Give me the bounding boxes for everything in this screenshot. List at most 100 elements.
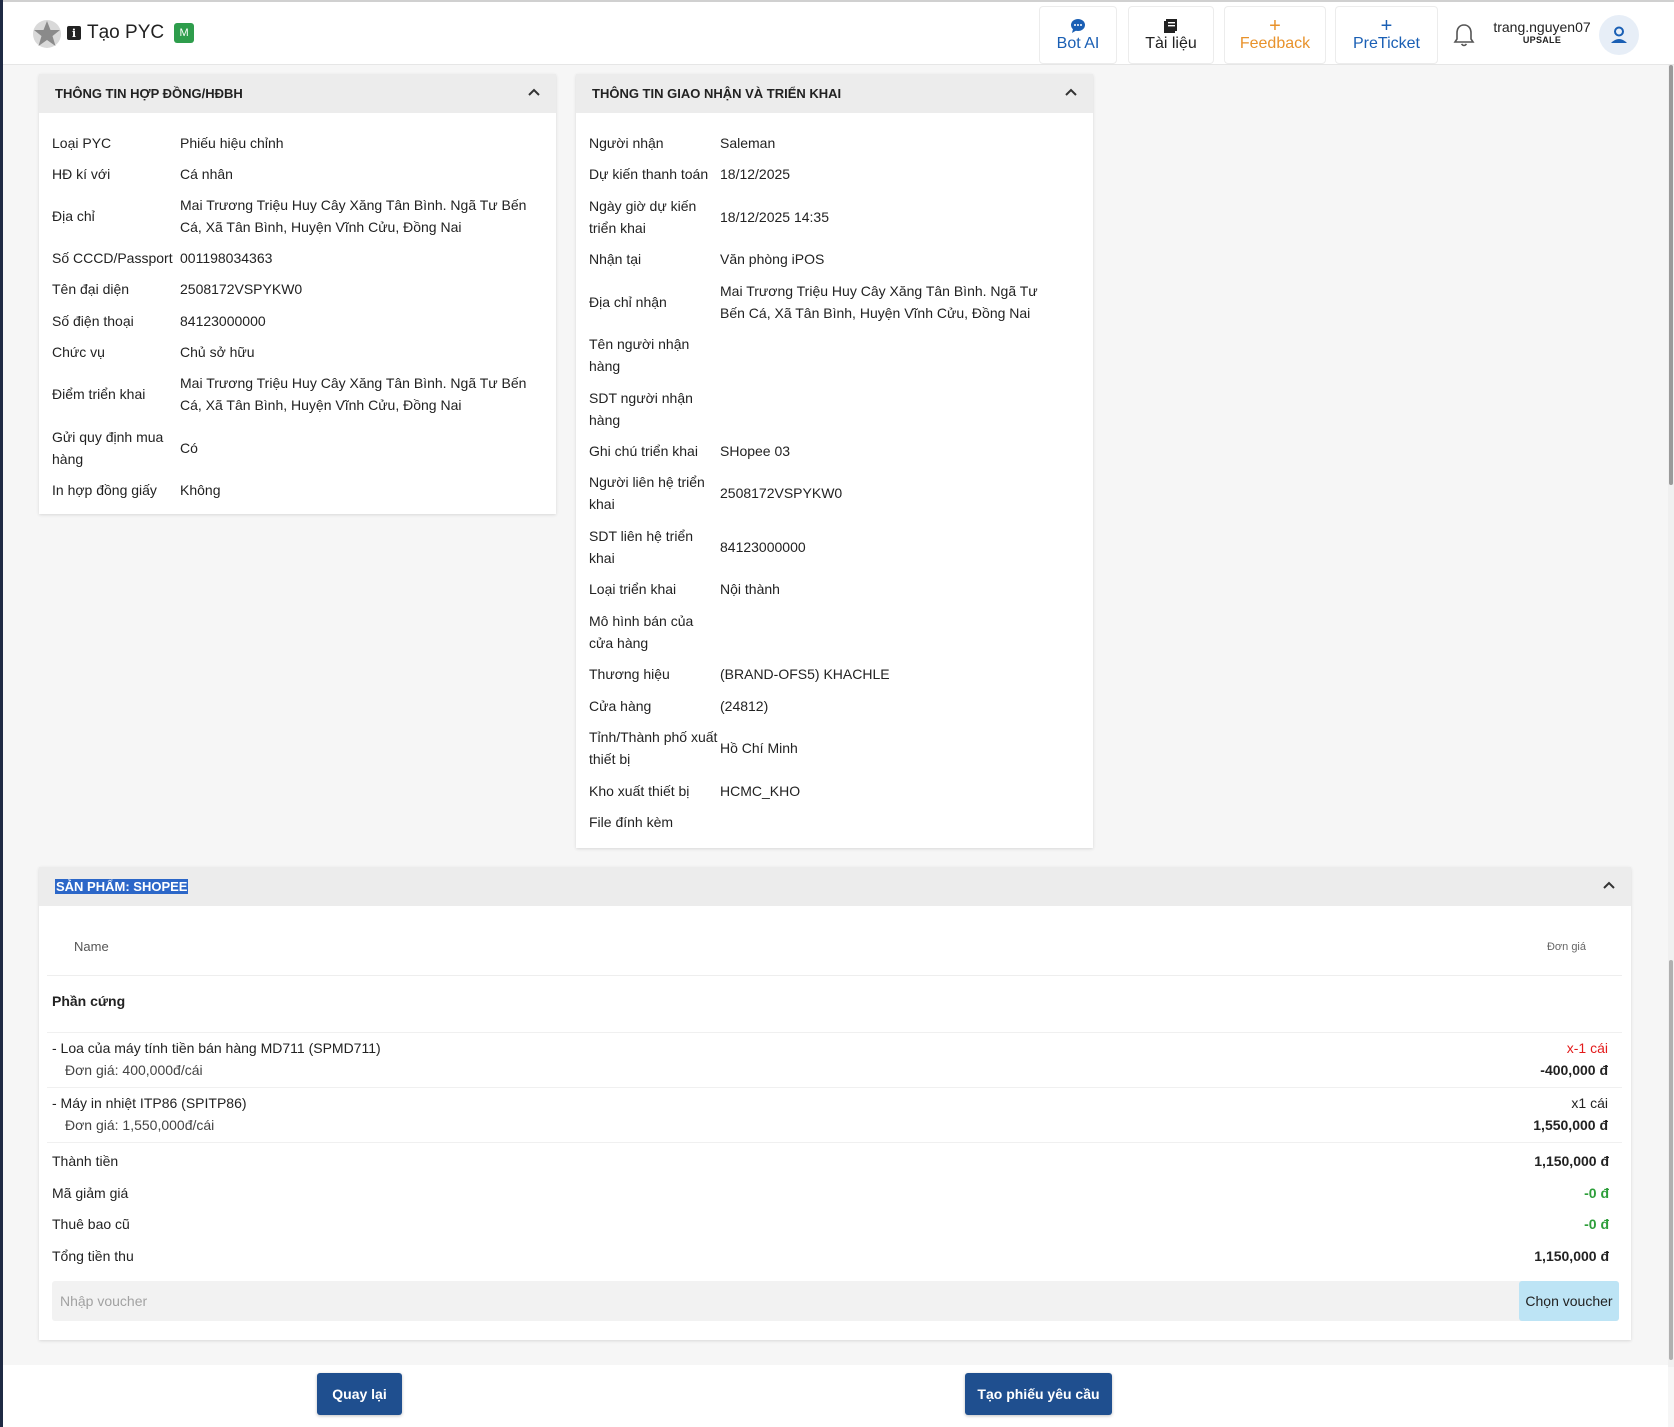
row-value: 2508172VSPYKW0 [180,281,303,297]
group-row: Phần cứng [47,976,1622,1033]
chevron-up-icon[interactable] [526,84,542,100]
contract-panel: THÔNG TIN HỢP ĐỒNG/HĐBH Loại PYC Phiếu hi… [39,74,556,514]
row-dia-chi: Địa chỉ Mai Trương Triệu Huy Cây Xăng Tân… [39,189,556,242]
row-value: Không [180,482,221,498]
row-label: Ngày giờ dự kiến triển khai [589,197,697,236]
row-value: (BRAND-OFS5) KHACHLE [720,666,890,682]
row-value: Nội thành [720,581,780,597]
item-unit-price: Đơn giá: 400,000đ/cái [65,1062,203,1078]
row-value: 18/12/2025 14:35 [720,208,829,225]
delivery-panel-header[interactable]: THÔNG TIN GIAO NHẬN VÀ TRIỂN KHAI [576,74,1093,113]
row-label: HĐ kí với [52,165,111,182]
row-value: Chủ sở hữu [180,343,255,360]
row-ghi-chu: Ghi chú triển khai SHopee 03 [576,435,1093,466]
row-gui-quy-dinh: Gửi quy định mua hàng Có [39,421,556,474]
row-label: Địa chỉ [52,207,95,224]
row-nhan-tai: Nhận tại Văn phòng iPOS [576,243,1093,275]
user-info[interactable]: trang.nguyen07 UPSALE [1490,19,1594,45]
row-label: Kho xuất thiết bị [589,782,690,799]
row-label: Gửi quy định mua hàng [52,428,164,467]
row-nguoi-nhan: Người nhận Saleman [576,127,1093,158]
table-header: Name Đơn giá [47,906,1622,976]
item-name: - Máy in nhiệt ITP86 (SPITP86) [52,1095,247,1111]
row-label: Nhận tại [589,251,642,267]
row-cua-hang: Cửa hàng (24812) [576,690,1093,721]
tai-lieu-label: Tài liệu [1145,35,1197,52]
row-value: Hồ Chí Minh [720,740,798,756]
row-value: Mai Trương Triệu Huy Cây Xăng Tân Bình. … [180,196,527,235]
row-value: Phiếu hiệu chỉnh [180,134,284,151]
preticket-label: PreTicket [1353,35,1420,52]
create-request-button[interactable]: Tạo phiếu yêu cầu [965,1373,1112,1415]
row-value: 18/12/2025 [720,166,791,182]
row-loai-trien-khai: Loại triển khai Nội thành [576,573,1093,605]
row-label: Địa chỉ nhận [589,293,667,310]
row-label: Số CCCD/Passport [52,249,173,266]
product-panel-header[interactable]: SẢN PHẨM: SHOPEE [39,867,1631,906]
row-label: Loại triển khai [589,581,677,597]
preticket-button[interactable]: + PreTicket [1335,6,1438,64]
ma-giam-gia-label: Mã giảm giá [52,1185,129,1201]
row-sdt-lien-he: SDT liên hệ triển khai 84123000000 [576,520,1093,573]
feedback-button[interactable]: + Feedback [1224,6,1326,64]
row-value: Cá nhân [180,165,233,182]
chevron-up-icon[interactable] [1063,84,1079,100]
row-label: File đính kèm [589,814,674,830]
user-role: UPSALE [1522,35,1562,45]
row-diem-trien-khai: Điểm triển khai Mai Trương Triệu Huy Cây … [39,367,556,421]
row-du-kien-thanh-toan: Dự kiến thanh toán 18/12/2025 [576,158,1093,190]
row-value: 84123000000 [180,312,266,329]
row-value: 2508172VSPYKW0 [720,485,843,501]
row-so-dien-thoai: Số điện thoại 84123000000 [39,305,556,336]
row-value: Saleman [720,134,776,151]
contract-panel-title: THÔNG TIN HỢP ĐỒNG/HĐBH [55,86,243,101]
item-qty: x-1 cái [1566,1040,1608,1056]
tong-tien-value: 1,150,000 đ [1534,1248,1609,1264]
thue-bao-cu-label: Thuê bao cũ [52,1216,130,1232]
voucher-input[interactable] [52,1281,1519,1321]
row-dia-chi-nhan: Địa chỉ nhận Mai Trương Triệu Huy Cây Xăn… [576,275,1093,328]
thanh-tien-label: Thành tiền [52,1153,119,1169]
back-button[interactable]: Quay lại [317,1373,402,1415]
page-title: Tạo PYC [87,22,165,43]
row-chuc-vu: Chức vụ Chủ sở hữu [39,336,556,367]
row-sdt-nguoi-nhan: SDT người nhận hàng [576,382,1093,435]
row-label: Dự kiến thanh toán [589,166,709,182]
scrollbar-thumb[interactable] [1669,65,1673,485]
contract-panel-header[interactable]: THÔNG TIN HỢP ĐỒNG/HĐBH [39,74,556,113]
user-icon [1611,26,1627,43]
row-ten-dai-dien: Tên đại diện 2508172VSPYKW0 [39,273,556,305]
row-value: Mai Trương Triệu Huy Cây Xăng Tân Bình. … [720,282,1038,321]
delivery-rows: Người nhận Saleman Dự kiến thanh toán 18/1… [576,113,1093,838]
row-loai-pyc: Loại PYC Phiếu hiệu chỉnh [39,127,556,158]
thue-bao-cu-value: -0 đ [1584,1216,1609,1232]
row-label: Ghi chú triển khai [589,442,698,459]
column-name: Name [74,939,109,954]
bot-ai-button[interactable]: Bot AI [1039,6,1117,64]
row-label: Điểm triển khai [52,386,146,402]
row-in-hop-dong: In hợp đồng giấy Không [39,474,556,506]
item-qty: x1 cái [1571,1095,1608,1111]
row-label: Chức vụ [52,343,105,360]
tong-tien-label: Tổng tiền thu [52,1248,134,1264]
avatar[interactable] [1599,15,1639,55]
column-price: Đơn giá [1546,941,1586,953]
left-rail [0,0,3,1427]
delivery-panel: THÔNG TIN GIAO NHẬN VÀ TRIỂN KHAI Người … [576,74,1093,848]
chevron-up-icon[interactable] [1601,877,1617,893]
row-label: Mô hình bán của cửa hàng [589,612,694,651]
row-kho-xuat: Kho xuất thiết bị HCMC_KHO [576,775,1093,806]
bell-icon[interactable] [1452,22,1476,48]
tai-lieu-button[interactable]: Tài liệu [1128,6,1214,64]
item-total: -400,000 đ [1540,1062,1608,1078]
row-label: Tên đại diện [52,281,130,297]
row-ngay-gio-trien-khai: Ngày giờ dự kiến triển khai 18/12/2025 14… [576,190,1093,243]
row-thuong-hieu: Thương hiệu (BRAND-OFS5) KHACHLE [576,658,1093,690]
title-group: i Tạo PYC M [67,22,195,44]
item-total: 1,550,000 đ [1533,1117,1608,1133]
bot-ai-label: Bot AI [1056,35,1100,52]
row-value: Văn phòng iPOS [720,251,825,267]
product-panel: SẢN PHẨM: SHOPEE Name Đơn giá Phần cứng … [39,867,1631,1340]
scrollbar-thumb-secondary[interactable] [1669,960,1673,1360]
choose-voucher-button[interactable]: Chọn voucher [1519,1281,1619,1321]
